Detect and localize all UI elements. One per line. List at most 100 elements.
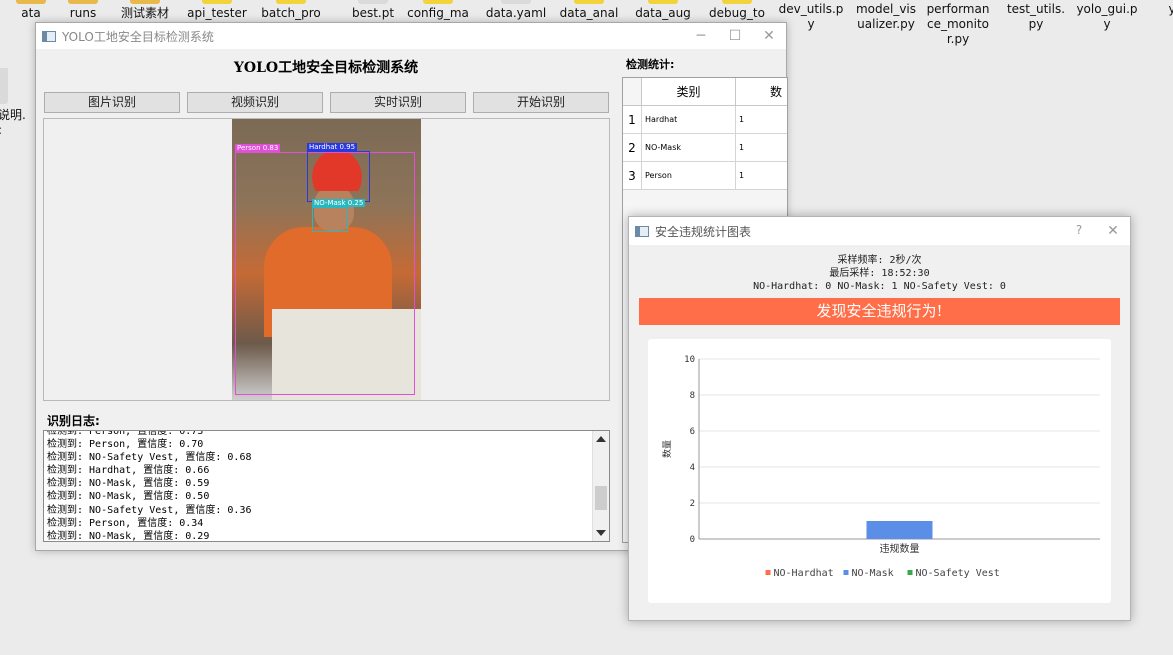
violation-chart-svg: 0 2 4 6 8 10 数量违规数量 NO-Hardhat NO-Mask NO-Safety … — [661, 355, 1100, 579]
row-index[interactable]: 3 — [623, 162, 642, 190]
python-file-icon — [722, 0, 752, 4]
y-tick-label: 2 — [690, 499, 695, 509]
python-file-icon — [648, 0, 678, 4]
log-line: 检测到: Person, 置信度: 0.73 — [47, 430, 204, 437]
desktop-icon-label: runs — [69, 6, 97, 20]
scroll-up-icon[interactable] — [596, 436, 606, 442]
desktop-icon-label: data_aug — [635, 6, 691, 20]
desktop-icon-label: best.pt — [351, 6, 395, 20]
page-title: YOLO工地安全目标检测系统 — [233, 60, 419, 76]
desktop-icon[interactable]: model_vis ualizer.py — [853, 0, 919, 32]
table-cell-count[interactable]: 1 — [736, 106, 787, 134]
desktop-icon[interactable]: data.yaml — [483, 0, 549, 21]
file-icon — [0, 68, 8, 104]
legend-item: NO-Hardhat — [774, 568, 834, 579]
table-cell-count[interactable]: 1 — [736, 162, 787, 190]
legend-swatch — [843, 570, 849, 575]
log-line: 检测到: Hardhat, 置信度: 0.66 — [47, 465, 210, 477]
desktop-icon[interactable]: yolo_gui.p y — [1074, 0, 1140, 32]
bbox-person-label: Person 0.83 — [235, 144, 281, 152]
realtime-detect-button[interactable]: 实时识别 — [330, 92, 466, 113]
desktop-icon[interactable]: config_ma — [405, 0, 471, 21]
file-icon — [358, 0, 388, 4]
row-index[interactable]: 2 — [623, 134, 642, 162]
log-line: 检测到: NO-Mask, 置信度: 0.59 — [47, 478, 210, 490]
app-icon — [42, 30, 56, 42]
desktop-side-label: 说明. : — [0, 68, 26, 138]
desktop-icon-label: config_ma — [407, 6, 469, 20]
main-titlebar[interactable]: YOLO工地安全目标检测系统 ─ ☐ ✕ — [36, 23, 786, 49]
desktop-icon[interactable]: runs — [50, 0, 116, 21]
table-cell-count[interactable]: 1 — [736, 134, 787, 162]
desktop-icon[interactable]: dev_utils.p y — [778, 0, 844, 32]
desktop-icon[interactable]: best.pt — [340, 0, 406, 21]
stats-title: 检测统计: — [626, 58, 675, 71]
y-tick-label: 0 — [690, 535, 695, 545]
table-cell-category[interactable]: Person — [642, 162, 736, 190]
close-icon[interactable]: ✕ — [752, 28, 786, 44]
python-file-icon — [276, 0, 306, 4]
log-line: 检测到: NO-Safety Vest, 置信度: 0.36 — [47, 504, 252, 516]
table-corner — [623, 78, 642, 106]
desktop-icon[interactable]: batch_pro — [258, 0, 324, 21]
log-textbox[interactable]: 检测到: Person, 置信度: 0.73 检测到: Person, 置信度: … — [43, 430, 610, 542]
log-line: 检测到: NO-Mask, 置信度: 0.50 — [47, 491, 210, 503]
desktop-icon-label: batch_pro — [261, 6, 321, 20]
scroll-down-icon[interactable] — [596, 530, 606, 536]
violation-alert-banner: 发现安全违规行为! — [639, 298, 1120, 325]
log-line: 检测到: Person, 置信度: 0.34 — [47, 517, 204, 529]
desktop-icon[interactable]: performan ce_monito r.py — [925, 0, 991, 47]
main-window-title: YOLO工地安全目标检测系统 — [62, 29, 214, 44]
row-index[interactable]: 1 — [623, 106, 642, 134]
desktop-icon[interactable]: yolo p — [1148, 0, 1173, 32]
log-scrollbar[interactable] — [592, 431, 609, 541]
bbox-hardhat: Hardhat 0.95 — [307, 143, 370, 202]
legend-swatch — [907, 570, 913, 575]
bbox-no-mask-label: NO-Mask 0.25 — [312, 199, 366, 207]
column-header-category[interactable]: 类别 — [642, 78, 736, 106]
y-tick-label: 8 — [690, 391, 695, 401]
desktop-icon-label: 测试素材 — [120, 6, 169, 20]
minimize-icon[interactable]: ─ — [684, 28, 718, 44]
table-cell-category[interactable]: NO-Mask — [642, 134, 736, 162]
image-display-panel: Person 0.83 Hardhat 0.95 NO-Mask 0.25 — [43, 118, 610, 401]
desktop-icon[interactable]: data_aug — [630, 0, 696, 21]
desktop-icon[interactable]: debug_to — [704, 0, 770, 21]
detection-image: Person 0.83 Hardhat 0.95 NO-Mask 0.25 — [232, 119, 421, 400]
desktop-icon-label: test_utils. py — [1006, 2, 1066, 31]
violation-chart: 0 2 4 6 8 10 数量 违规数量 NO-Hardhat NO-Mask NO-Safety … — [648, 339, 1111, 603]
desktop-icon-label: api_tester — [187, 6, 247, 20]
start-detect-button[interactable]: 开始识别 — [473, 92, 609, 113]
image-detect-button[interactable]: 图片识别 — [44, 92, 180, 113]
scroll-thumb[interactable] — [595, 486, 607, 510]
desktop-icon[interactable]: 测试素材 — [112, 0, 178, 21]
desktop-icon-label: dev_utils.p y — [778, 2, 844, 31]
dialog-titlebar[interactable]: 安全违规统计图表 ? ✕ — [629, 217, 1130, 245]
desktop-icon[interactable]: api_tester — [184, 0, 250, 21]
table-cell-category[interactable]: Hardhat — [642, 106, 736, 134]
y-tick-label: 6 — [690, 427, 695, 437]
y-tick-label: 10 — [684, 355, 695, 365]
x-tick-label: 违规数量 — [880, 542, 920, 555]
desktop-side-text: 说明. : — [0, 108, 26, 137]
log-line: 检测到: NO-Mask, 置信度: 0.29 — [47, 530, 210, 542]
log-line: 检测到: Person, 置信度: 0.70 — [47, 439, 204, 451]
desktop-icon[interactable]: test_utils. py — [1003, 0, 1069, 32]
last-sample-text: 最后采样: 18:52:30 — [829, 268, 930, 279]
python-file-icon — [574, 0, 604, 4]
desktop-icon[interactable]: data_anal — [556, 0, 622, 21]
violation-counts-text: NO-Hardhat: 0 NO-Mask: 1 NO-Safety Vest:… — [753, 281, 1006, 292]
maximize-icon[interactable]: ☐ — [718, 28, 752, 44]
folder-icon — [68, 0, 98, 4]
video-detect-button[interactable]: 视频识别 — [187, 92, 323, 113]
desktop-icon-label: debug_to — [709, 6, 765, 20]
desktop-icon-label: data.yaml — [485, 6, 547, 20]
desktop-icon-label: model_vis ualizer.py — [855, 2, 917, 31]
folder-icon — [16, 0, 46, 4]
chart-dialog: 安全违规统计图表 ? ✕ 采样频率: 2秒/次 最后采样: 18:52:30 N… — [628, 216, 1131, 621]
dialog-close-icon[interactable]: ✕ — [1096, 223, 1130, 239]
legend-swatch — [765, 570, 771, 575]
column-header-count[interactable]: 数 — [736, 78, 787, 106]
help-icon[interactable]: ? — [1062, 223, 1096, 239]
bar-no-mask — [866, 521, 933, 539]
